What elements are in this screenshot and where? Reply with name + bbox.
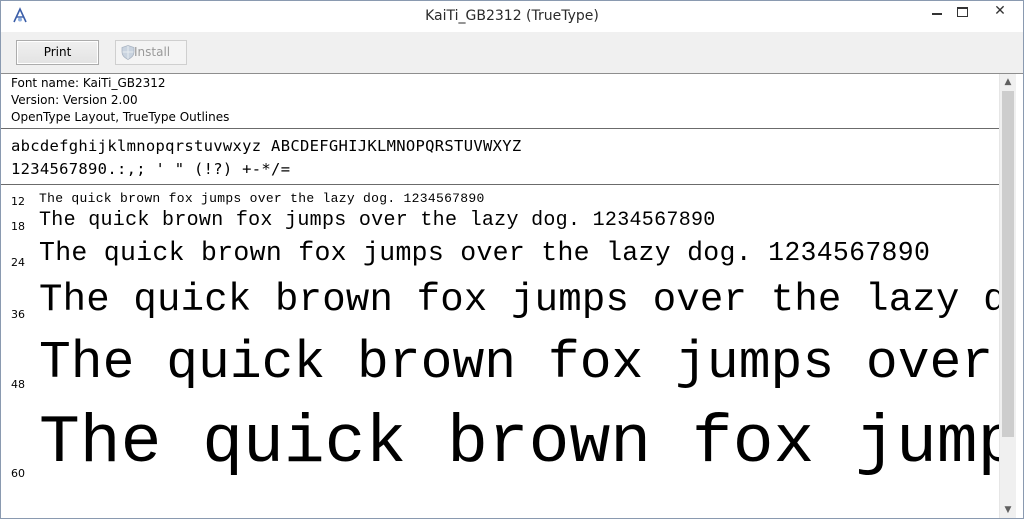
sample-text-60: The quick brown fox jumps over the lazy … — [39, 405, 999, 482]
maximize-button[interactable] — [949, 1, 977, 23]
size-label-12: 12 — [11, 195, 25, 208]
font-preview-area: Font name: KaiTi_GB2312 Version: Version… — [1, 74, 999, 518]
sample-text-48: The quick brown fox jumps over the lazy … — [39, 333, 999, 393]
charset-letters: abcdefghijklmnopqrstuvwxyz ABCDEFGHIJKLM… — [11, 137, 522, 155]
title-bar[interactable]: KaiTi_GB2312 (TrueType) ✕ — [1, 1, 1023, 32]
scroll-up-arrow-icon[interactable]: ▲ — [1000, 74, 1016, 90]
font-type-text: OpenType Layout, TrueType Outlines — [11, 110, 230, 124]
font-viewer-window: KaiTi_GB2312 (TrueType) ✕ Print Install … — [0, 0, 1024, 519]
sample-text-24: The quick brown fox jumps over the lazy … — [39, 238, 931, 268]
print-button[interactable]: Print — [16, 40, 99, 65]
uac-shield-icon — [121, 45, 135, 60]
size-label-36: 36 — [11, 308, 25, 321]
font-version-text: Version: Version 2.00 — [11, 93, 138, 107]
charset-divider — [1, 184, 999, 185]
sample-text-18: The quick brown fox jumps over the lazy … — [39, 209, 716, 232]
minimize-icon — [932, 13, 942, 15]
sample-text-12: The quick brown fox jumps over the lazy … — [39, 191, 485, 206]
close-button[interactable]: ✕ — [977, 1, 1023, 23]
scroll-down-arrow-icon[interactable]: ▼ — [1000, 502, 1016, 518]
vertical-scrollbar[interactable]: ▲ ▼ — [999, 74, 1016, 518]
size-label-60: 60 — [11, 467, 25, 480]
size-label-48: 48 — [11, 378, 25, 391]
sample-text-36: The quick brown fox jumps over the lazy … — [39, 278, 999, 322]
maximize-icon — [957, 7, 968, 17]
size-label-18: 18 — [11, 220, 25, 233]
window-title: KaiTi_GB2312 (TrueType) — [425, 8, 599, 24]
scrollbar-thumb[interactable] — [1002, 91, 1014, 437]
install-label: Install — [134, 45, 171, 59]
toolbar: Print Install — [1, 32, 1023, 73]
charset-symbols: 1234567890.:,; ' " (!?) +-*/= — [11, 160, 291, 178]
close-icon: ✕ — [994, 3, 1006, 19]
minimize-button[interactable] — [923, 1, 951, 23]
info-divider — [1, 128, 999, 129]
size-label-24: 24 — [11, 256, 25, 269]
install-button[interactable]: Install — [115, 40, 187, 65]
font-name-text: Font name: KaiTi_GB2312 — [11, 76, 166, 90]
